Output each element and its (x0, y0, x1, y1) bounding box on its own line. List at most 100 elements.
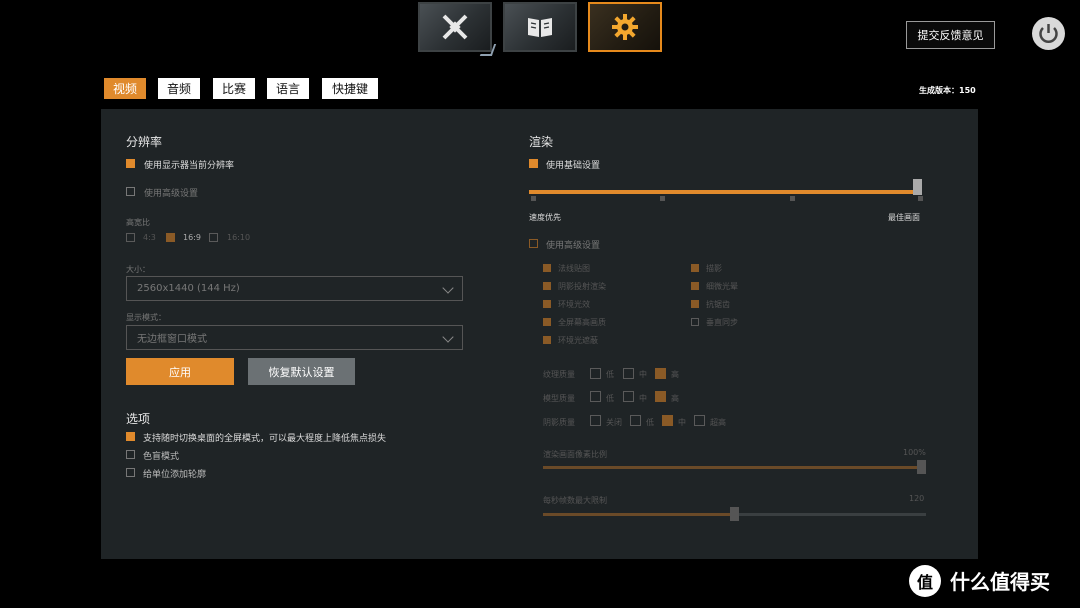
reset-defaults-button[interactable]: 恢复默认设置 (248, 358, 355, 385)
quality-option-label: 低 (606, 394, 614, 403)
quality-option-checkbox[interactable] (655, 391, 666, 402)
crossed-swords-icon (442, 14, 468, 40)
use-advanced-render-label: 使用高级设置 (546, 241, 601, 251)
slider-tick (531, 196, 536, 201)
use-advanced-res-label: 使用高级设置 (144, 189, 199, 199)
slider-tick (660, 196, 665, 201)
adv-checkbox[interactable] (543, 318, 551, 326)
aspect-label: 高宽比 (126, 218, 150, 227)
book-icon (528, 18, 552, 37)
use-basic-checkbox[interactable] (529, 159, 538, 168)
shadow-quality-label: 阴影质量 (543, 418, 575, 427)
display-mode-value: 无边框窗口模式 (137, 334, 207, 345)
tab-language[interactable]: 语言 (267, 78, 309, 99)
option-checkbox[interactable] (126, 468, 135, 477)
tab-battle[interactable] (418, 2, 497, 56)
texture-quality-label: 纹理质量 (543, 370, 575, 379)
quality-option-label: 低 (646, 418, 654, 427)
display-mode-select[interactable]: 无边框窗口模式 (126, 325, 463, 350)
use-monitor-res-label: 使用显示器当前分辨率 (144, 161, 235, 171)
adv-label: 阴影投射渲染 (558, 282, 606, 291)
size-select[interactable]: 2560x1440 (144 Hz) (126, 276, 463, 301)
quality-option-checkbox[interactable] (590, 415, 601, 426)
adv-checkbox[interactable] (691, 300, 699, 308)
use-advanced-res-checkbox[interactable] (126, 187, 135, 196)
adv-label: 抗锯齿 (706, 300, 730, 309)
aspect-43-checkbox[interactable] (126, 233, 135, 242)
aspect-1610-label: 16:10 (227, 233, 251, 242)
option-checkbox[interactable] (126, 432, 135, 441)
quality-option-checkbox[interactable] (623, 391, 634, 402)
quality-option-checkbox[interactable] (590, 368, 601, 379)
tab-match[interactable]: 比赛 (213, 78, 255, 99)
render-scale-label: 渲染画面像素比例 (543, 450, 607, 459)
quality-option-label: 中 (678, 418, 686, 427)
fps-limit-label: 每秒帧数最大限制 (543, 496, 607, 505)
quality-slider-handle[interactable] (913, 179, 922, 195)
tab-audio[interactable]: 音频 (158, 78, 200, 99)
quality-option-checkbox[interactable] (623, 368, 634, 379)
apply-button[interactable]: 应用 (126, 358, 234, 385)
option-label: 色盲模式 (143, 452, 180, 462)
use-basic-label: 使用基础设置 (546, 161, 601, 171)
quality-option-checkbox[interactable] (630, 415, 641, 426)
quality-option-label: 超高 (710, 418, 726, 427)
options-title: 选项 (126, 412, 151, 426)
option-label: 给单位添加轮廓 (143, 470, 207, 480)
render-scale-fill (543, 466, 917, 469)
use-advanced-render-checkbox[interactable] (529, 239, 538, 248)
resolution-title: 分辨率 (126, 135, 163, 149)
adv-label: 细微光晕 (706, 282, 738, 291)
quality-option-label: 高 (671, 394, 679, 403)
tab-video[interactable]: 视频 (104, 78, 146, 99)
adv-checkbox[interactable] (691, 318, 699, 326)
render-title: 渲染 (529, 135, 554, 149)
adv-label: 环境光效 (558, 300, 590, 309)
adv-checkbox[interactable] (543, 264, 551, 272)
model-quality-label: 模型质量 (543, 394, 575, 403)
option-label: 支持随时切换桌面的全屏模式，可以最大程度上降低焦点损失 (143, 434, 387, 444)
render-scale-handle[interactable] (917, 460, 926, 474)
aspect-169-checkbox[interactable] (166, 233, 175, 242)
feedback-button[interactable]: 提交反馈意见 (906, 21, 995, 49)
watermark-logo: 值 (909, 565, 941, 597)
quality-option-label: 关闭 (606, 418, 622, 427)
tab-hotkeys[interactable]: 快捷键 (322, 78, 378, 99)
build-version: 生成版本：150 (919, 86, 976, 95)
slider-tick (918, 196, 923, 201)
quality-option-label: 高 (671, 370, 679, 379)
fps-limit-value: 120 (909, 494, 925, 503)
aspect-1610-checkbox[interactable] (209, 233, 218, 242)
tab-codex[interactable] (503, 2, 577, 52)
size-label: 大小： (126, 265, 150, 274)
adv-checkbox[interactable] (543, 300, 551, 308)
quality-option-label: 中 (639, 394, 647, 403)
adv-checkbox[interactable] (543, 336, 551, 344)
fps-limit-fill (543, 513, 730, 516)
adv-label: 法线贴图 (558, 264, 590, 273)
slider-left-label: 速度优先 (529, 213, 561, 222)
display-mode-label: 显示模式： (126, 313, 166, 322)
option-checkbox[interactable] (126, 450, 135, 459)
chevron-down-icon (442, 282, 454, 294)
render-scale-value: 100% (903, 448, 926, 457)
adv-label: 描影 (706, 264, 722, 273)
adv-checkbox[interactable] (691, 282, 699, 290)
quality-option-checkbox[interactable] (590, 391, 601, 402)
watermark-text: 什么值得买 (950, 570, 1050, 594)
adv-checkbox[interactable] (543, 282, 551, 290)
quality-option-checkbox[interactable] (655, 368, 666, 379)
gear-icon (612, 14, 638, 40)
power-icon (1039, 24, 1058, 43)
adv-checkbox[interactable] (691, 264, 699, 272)
tab-settings[interactable] (588, 2, 662, 52)
quality-option-checkbox[interactable] (694, 415, 705, 426)
adv-label: 垂直同步 (706, 318, 738, 327)
quality-slider-track[interactable] (529, 190, 922, 194)
power-button[interactable] (1032, 17, 1065, 50)
quality-option-label: 中 (639, 370, 647, 379)
chevron-down-icon (442, 331, 454, 343)
use-monitor-res-checkbox[interactable] (126, 159, 135, 168)
quality-option-checkbox[interactable] (662, 415, 673, 426)
fps-limit-handle[interactable] (730, 507, 739, 521)
